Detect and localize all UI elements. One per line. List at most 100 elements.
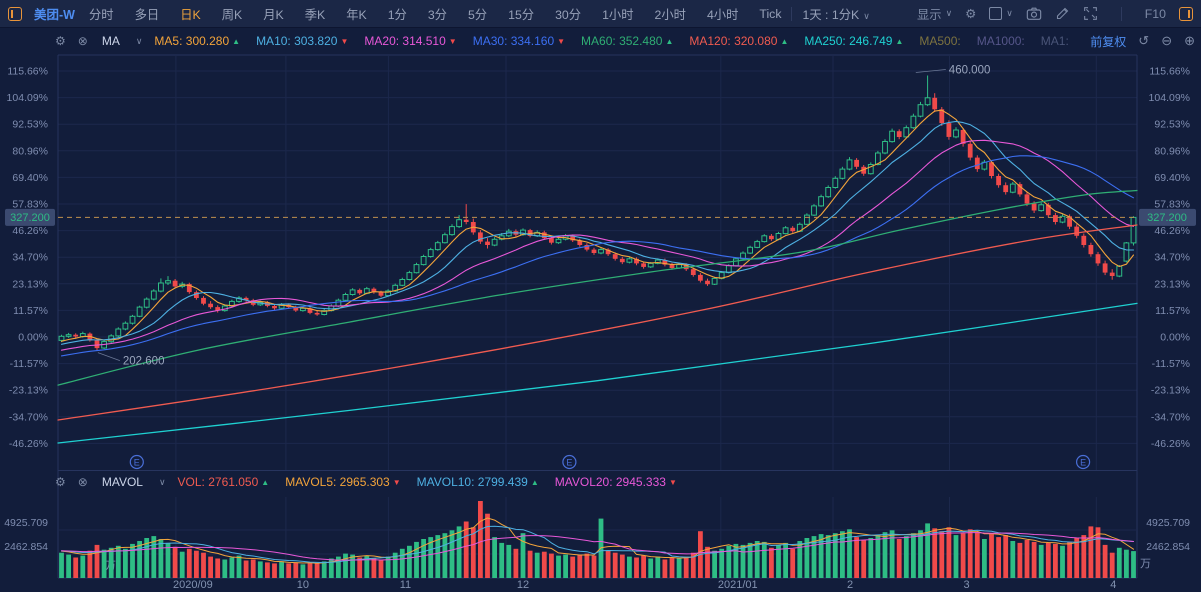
arrow-down-icon: ▼: [393, 478, 401, 487]
svg-text:-46.26%: -46.26%: [9, 438, 48, 450]
svg-text:80.96%: 80.96%: [1154, 145, 1190, 157]
svg-text:-23.13%: -23.13%: [1151, 385, 1190, 397]
pencil-icon[interactable]: [1055, 6, 1070, 21]
arrow-up-icon: ▲: [895, 37, 903, 46]
indicator-value: MA1000:: [977, 34, 1025, 48]
indicator-settings-icon[interactable]: ⚙: [55, 475, 66, 489]
indicator-MA60[interactable]: MA60: 352.480▲: [581, 34, 673, 48]
indicator-MA250[interactable]: MA250: 246.749▲: [804, 34, 903, 48]
svg-text:-34.70%: -34.70%: [1151, 411, 1190, 423]
indicator-name[interactable]: MAVOL: [102, 475, 143, 489]
adjust-mode-button[interactable]: 前复权: [1090, 33, 1126, 50]
indicator-value: MA10: 303.820: [256, 34, 337, 48]
panel-toggle-right-icon[interactable]: [1179, 7, 1193, 21]
indicator-MA1000[interactable]: MA1000:: [977, 34, 1025, 48]
tab-分时[interactable]: 分时: [89, 5, 114, 23]
indicator-value: MA250: 246.749: [804, 34, 892, 48]
indicator-MA500[interactable]: MA500:: [919, 34, 960, 48]
svg-text:92.53%: 92.53%: [1154, 119, 1190, 131]
zoom-out-icon[interactable]: ⊖: [1161, 33, 1172, 49]
svg-text:-34.70%: -34.70%: [9, 411, 48, 423]
tab-1分[interactable]: 1分: [388, 5, 407, 23]
svg-text:23.13%: 23.13%: [1154, 278, 1190, 290]
arrow-down-icon: ▼: [669, 478, 677, 487]
indicator-MAVOL20[interactable]: MAVOL20: 2945.333▼: [555, 475, 677, 489]
indicator-settings-icon[interactable]: ⚙: [55, 34, 66, 48]
arrow-up-icon: ▲: [232, 37, 240, 46]
tab-1小时[interactable]: 1小时: [602, 5, 633, 23]
svg-text:11: 11: [400, 579, 411, 591]
indicator-value: MAVOL20: 2945.333: [555, 475, 666, 489]
camera-icon[interactable]: [1026, 6, 1042, 22]
svg-text:-46.26%: -46.26%: [1151, 438, 1190, 450]
svg-text:327.200: 327.200: [1147, 212, 1187, 224]
svg-text:-23.13%: -23.13%: [9, 385, 48, 397]
indicator-value: MA1:: [1041, 34, 1069, 48]
tab-年K[interactable]: 年K: [346, 5, 367, 23]
ma-values: MA5: 300.280▲MA10: 303.820▼MA20: 314.510…: [154, 34, 1068, 48]
tab-月K[interactable]: 月K: [263, 5, 284, 23]
indicator-name[interactable]: MA: [102, 34, 120, 48]
arrow-up-icon: ▲: [531, 478, 539, 487]
tab-30分[interactable]: 30分: [555, 5, 581, 23]
volume-indicator-row: ⚙ ⊗ MAVOL ∨ VOL: 2761.050▲ MAVOL5: 2965.3…: [55, 471, 1195, 493]
tab-Tick[interactable]: Tick: [759, 7, 781, 21]
tab-多日[interactable]: 多日: [135, 5, 160, 23]
svg-text:11.57%: 11.57%: [1155, 305, 1190, 317]
indicator-MA20[interactable]: MA20: 314.510▼: [364, 34, 456, 48]
f10-button[interactable]: F10: [1145, 7, 1166, 21]
svg-text:80.96%: 80.96%: [12, 145, 48, 157]
chart-style-menu[interactable]: ∨: [989, 7, 1013, 20]
svg-text:23.13%: 23.13%: [12, 278, 48, 290]
indicator-MA10[interactable]: MA10: 303.820▼: [256, 34, 348, 48]
arrow-down-icon: ▼: [557, 37, 565, 46]
chevron-down-icon: ∨: [946, 8, 953, 19]
panel-toggle-left-icon[interactable]: [8, 7, 22, 21]
svg-text:69.40%: 69.40%: [1154, 172, 1190, 184]
tab-日K[interactable]: 日K: [180, 5, 201, 23]
chevron-down-icon[interactable]: ∨: [136, 36, 143, 47]
indicator-value: MAVOL10: 2799.439: [417, 475, 528, 489]
arrow-up-icon: ▲: [665, 37, 673, 46]
tab-5分[interactable]: 5分: [468, 5, 487, 23]
ma-indicator-row: ⚙ ⊗ MA ∨ MA5: 300.280▲MA10: 303.820▼MA20…: [55, 30, 1195, 52]
tab-季K[interactable]: 季K: [305, 5, 326, 23]
indicator-MA5[interactable]: MA5: 300.280▲: [154, 34, 240, 48]
indicator-close-icon[interactable]: ⊗: [78, 34, 88, 48]
svg-text:2: 2: [847, 579, 853, 591]
indicator-close-icon[interactable]: ⊗: [78, 475, 88, 489]
indicator-MA120[interactable]: MA120: 320.080▲: [689, 34, 788, 48]
svg-text:46.26%: 46.26%: [12, 225, 48, 237]
undo-icon[interactable]: ↺: [1138, 33, 1149, 49]
svg-text:0.00%: 0.00%: [1160, 332, 1190, 344]
svg-text:11.57%: 11.57%: [13, 305, 48, 317]
arrow-up-icon: ▲: [780, 37, 788, 46]
gear-icon[interactable]: ⚙: [965, 7, 976, 21]
display-menu[interactable]: 显示∨: [917, 5, 952, 23]
indicator-MAVOL5[interactable]: MAVOL5: 2965.303▼: [285, 475, 400, 489]
svg-text:3: 3: [963, 579, 969, 591]
fullscreen-icon[interactable]: [1083, 6, 1098, 21]
svg-text:2462.854: 2462.854: [4, 541, 48, 553]
indicator-MA1[interactable]: MA1:: [1041, 34, 1069, 48]
indicator-MA30[interactable]: MA30: 334.160▼: [473, 34, 565, 48]
tab-15分[interactable]: 15分: [508, 5, 534, 23]
tab-3分[interactable]: 3分: [428, 5, 447, 23]
square-icon: [989, 7, 1002, 20]
tab-周K[interactable]: 周K: [222, 5, 243, 23]
tab-4小时[interactable]: 4小时: [707, 5, 738, 23]
svg-text:万: 万: [1140, 558, 1151, 570]
indicator-VOL[interactable]: VOL: 2761.050▲: [178, 475, 270, 489]
chart-surface[interactable]: [58, 55, 1137, 578]
zoom-in-icon[interactable]: ⊕: [1184, 33, 1195, 49]
stock-symbol[interactable]: 美团-W: [34, 4, 75, 23]
svg-text:2020/09: 2020/09: [173, 579, 213, 591]
svg-text:4925.709: 4925.709: [4, 517, 48, 529]
svg-text:115.66%: 115.66%: [1149, 66, 1190, 78]
multi-period-combo[interactable]: 1天 : 1分K∨: [802, 5, 869, 23]
chevron-down-icon[interactable]: ∨: [159, 477, 166, 488]
tab-2小时[interactable]: 2小时: [655, 5, 686, 23]
svg-text:69.40%: 69.40%: [12, 172, 48, 184]
indicator-MAVOL10[interactable]: MAVOL10: 2799.439▲: [417, 475, 539, 489]
svg-text:10: 10: [297, 579, 309, 591]
